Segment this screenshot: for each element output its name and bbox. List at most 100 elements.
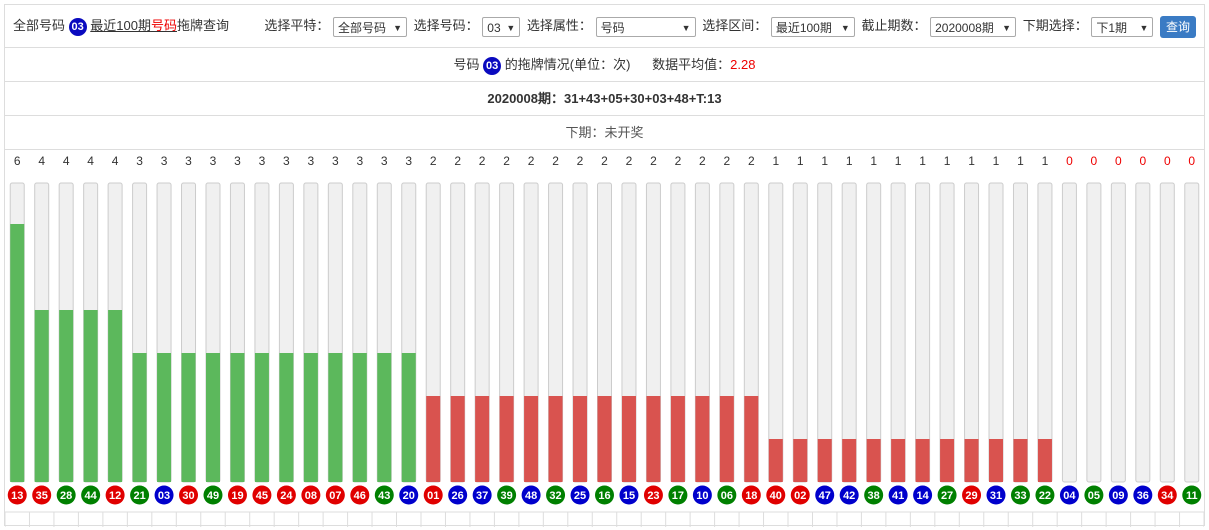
number-ball-label: 37	[476, 490, 488, 502]
number-ball-label: 16	[598, 490, 610, 502]
bar-fill	[34, 310, 49, 482]
number-ball-label: 06	[721, 490, 733, 502]
bar-fill	[303, 353, 318, 482]
count-label: 3	[356, 154, 363, 168]
count-label: 0	[1115, 154, 1122, 168]
count-label: 6	[14, 154, 21, 168]
bar-fill	[989, 439, 1004, 482]
trailing-numbers-panel: 全部号码 03 最近100期号码拖牌查询 选择平特： 全部号码 ▼ 选择号码： 0…	[4, 4, 1205, 527]
count-label: 2	[454, 154, 461, 168]
number-ball-label: 08	[305, 490, 317, 502]
number-ball-label: 28	[60, 490, 72, 502]
bar-fill	[132, 353, 147, 482]
number-ball-label: 13	[11, 490, 23, 502]
end-period-select[interactable]: 2020008期 ▼	[930, 16, 1017, 37]
summary-prefix: 号码	[453, 57, 480, 72]
count-label: 2	[626, 154, 633, 168]
number-ball-label: 12	[109, 490, 121, 502]
bar-track	[915, 182, 931, 483]
number-ball-label: 30	[182, 490, 194, 502]
count-label: 4	[87, 154, 94, 168]
platform-select[interactable]: 全部号码 ▼	[333, 16, 408, 37]
number-select[interactable]: 03 ▼	[482, 16, 521, 37]
count-label: 1	[944, 154, 951, 168]
bar-fill	[866, 439, 881, 482]
count-label: 1	[870, 154, 877, 168]
filter-bar: 选择平特： 全部号码 ▼ 选择号码： 03 ▼ 选择属性： 号码 ▼ 选择区间： 最近…	[264, 15, 1196, 38]
count-label: 2	[503, 154, 510, 168]
attribute-select[interactable]: 号码 ▼	[595, 16, 696, 37]
number-ball-label: 45	[256, 490, 268, 502]
query-button[interactable]: 查询	[1159, 15, 1196, 38]
count-label: 3	[234, 154, 241, 168]
next-period-select[interactable]: 下1期 ▼	[1091, 16, 1154, 37]
bar-fill	[842, 439, 857, 482]
range-label: 选择区间：	[702, 18, 768, 33]
bar-track	[1086, 182, 1102, 483]
bar-fill	[573, 396, 588, 482]
bar-fill	[157, 353, 172, 482]
count-label: 2	[650, 154, 657, 168]
bar-track	[939, 182, 955, 483]
bar-track	[1184, 182, 1200, 483]
count-label: 1	[772, 154, 779, 168]
number-ball-label: 21	[133, 490, 145, 502]
count-label: 2	[724, 154, 731, 168]
number-ball-label: 44	[85, 490, 98, 502]
chevron-down-icon: ▼	[840, 22, 850, 33]
count-label: 2	[601, 154, 608, 168]
number-ball-label: 33	[1014, 490, 1026, 502]
bar-fill	[940, 439, 955, 482]
bar-fill	[279, 353, 294, 482]
next-draw-row: 下期：未开奖	[5, 116, 1204, 150]
bar-track	[1037, 182, 1053, 483]
number-label: 选择号码：	[413, 18, 479, 33]
bar-track	[1012, 182, 1028, 483]
bar-fill	[621, 396, 636, 482]
bar-fill	[964, 439, 979, 482]
number-ball-label: 15	[623, 490, 635, 502]
number-ball-label: 39	[500, 490, 512, 502]
bar-track	[1061, 182, 1077, 483]
count-label: 2	[577, 154, 584, 168]
summary-row: 号码 03 的拖牌情况(单位：次) 数据平均值：2.28	[5, 48, 1204, 82]
count-label: 3	[405, 154, 412, 168]
end-period-label: 截止期数：	[861, 18, 927, 33]
count-label: 1	[846, 154, 853, 168]
bar-fill	[646, 396, 661, 482]
bar-fill	[768, 439, 783, 482]
count-label: 4	[63, 154, 70, 168]
number-ball-label: 03	[158, 490, 170, 502]
count-label: 1	[919, 154, 926, 168]
count-label: 2	[479, 154, 486, 168]
bar-fill	[230, 353, 245, 482]
number-ball-label: 20	[403, 490, 415, 502]
number-ball-label: 19	[231, 490, 243, 502]
count-label: 1	[1042, 154, 1049, 168]
number-ball-label: 07	[329, 490, 341, 502]
count-label: 2	[552, 154, 559, 168]
number-ball-label: 34	[1161, 490, 1174, 502]
bar-track	[792, 182, 808, 483]
number-ball-label: 09	[1112, 490, 1124, 502]
next-label: 下期选择：	[1022, 18, 1088, 33]
range-select[interactable]: 最近100期 ▼	[770, 16, 855, 37]
number-ball-label: 42	[843, 490, 855, 502]
bar-fill	[719, 396, 734, 482]
number-ball-label: 22	[1039, 490, 1051, 502]
bar-fill	[1037, 439, 1052, 482]
bar-track	[890, 182, 906, 483]
count-label: 1	[895, 154, 902, 168]
number-ball-label: 11	[1186, 490, 1198, 502]
recent-periods-link[interactable]: 最近100期号码	[90, 18, 177, 33]
bar-fill	[597, 396, 612, 482]
chevron-down-icon: ▼	[506, 22, 516, 33]
chevron-down-icon: ▼	[393, 22, 403, 33]
bar-track	[1159, 182, 1175, 483]
number-ball-label: 43	[378, 490, 390, 502]
count-label: 4	[112, 154, 119, 168]
bar-fill	[670, 396, 685, 482]
number-ball-label: 05	[1088, 490, 1100, 502]
count-label: 4	[38, 154, 45, 168]
bar-fill	[793, 439, 808, 482]
